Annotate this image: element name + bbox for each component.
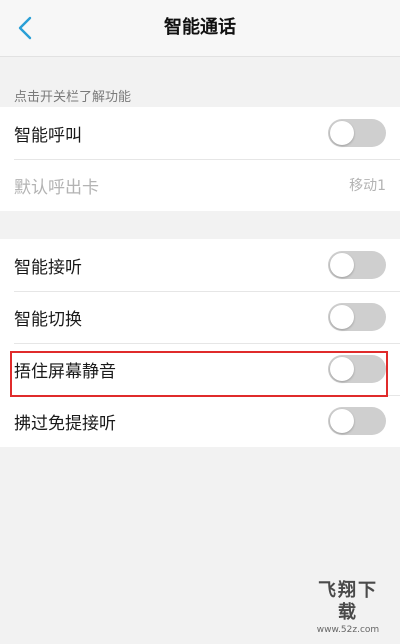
title-bar: 智能通话 (0, 0, 400, 57)
setting-row-cover-mute[interactable]: 捂住屏幕静音 (0, 343, 400, 395)
toggle-knob (330, 253, 354, 277)
section-gap (0, 211, 400, 239)
page-title: 智能通话 (164, 17, 236, 38)
watermark: 飞翔下载 www.52z.com (310, 580, 386, 636)
toggle-knob (330, 305, 354, 329)
setting-label-smart-call: 智能呼叫 (14, 125, 82, 146)
setting-label-smart-answer: 智能接听 (14, 257, 82, 278)
toggle-knob (330, 409, 354, 433)
setting-row-wave-speaker[interactable]: 拂过免提接听 (0, 395, 400, 447)
watermark-url: www.52z.com (316, 625, 380, 635)
toggle-smart-switch[interactable] (328, 303, 386, 331)
setting-row-default-sim: 默认呼出卡 移动1 (0, 159, 400, 211)
setting-label-default-sim: 默认呼出卡 (14, 177, 99, 198)
toggle-knob (330, 357, 354, 381)
setting-row-smart-answer[interactable]: 智能接听 (0, 239, 400, 291)
toggle-cover-mute[interactable] (328, 355, 386, 383)
setting-label-wave-speaker: 拂过免提接听 (14, 413, 116, 434)
setting-label-smart-switch: 智能切换 (14, 309, 82, 330)
settings-group-2: 智能接听 智能切换 捂住屏幕静音 拂过免提接听 (0, 239, 400, 447)
watermark-text: 飞翔下载 (318, 580, 378, 623)
toggle-wave-speaker[interactable] (328, 407, 386, 435)
setting-value-default-sim: 移动1 (349, 178, 386, 194)
setting-row-smart-switch[interactable]: 智能切换 (0, 291, 400, 343)
section-hint-label: 点击开关栏了解功能 (14, 90, 132, 105)
setting-row-smart-call[interactable]: 智能呼叫 (0, 107, 400, 159)
toggle-knob (330, 121, 354, 145)
toggle-smart-call[interactable] (328, 119, 386, 147)
settings-group-1: 智能呼叫 默认呼出卡 移动1 (0, 107, 400, 211)
toggle-smart-answer[interactable] (328, 251, 386, 279)
setting-label-cover-mute: 捂住屏幕静音 (14, 361, 116, 382)
